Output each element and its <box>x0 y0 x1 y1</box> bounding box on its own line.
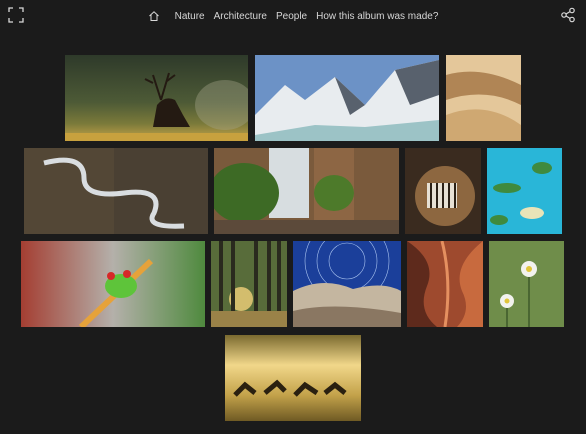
home-icon[interactable] <box>148 10 160 22</box>
photo-forest-path[interactable] <box>211 241 287 327</box>
category-nav: Nature Architecture People How this albu… <box>0 10 586 22</box>
photo-tropical-islands[interactable] <box>487 148 562 234</box>
photo-star-trails[interactable] <box>293 241 401 327</box>
nav-item-people[interactable]: People <box>276 11 307 22</box>
nav-item-how-made[interactable]: How this album was made? <box>316 11 438 22</box>
share-icon[interactable] <box>560 7 576 23</box>
photo-snowy-mountains[interactable] <box>255 55 439 141</box>
photo-deer-herd-sunset[interactable] <box>225 335 361 421</box>
photo-deer-stag[interactable] <box>65 55 248 141</box>
nav-item-nature[interactable]: Nature <box>175 11 205 22</box>
nav-item-architecture[interactable]: Architecture <box>214 11 267 22</box>
top-bar: Nature Architecture People How this albu… <box>0 0 586 34</box>
photo-antelope-canyon[interactable] <box>407 241 483 327</box>
photo-tree-frog[interactable] <box>21 241 205 327</box>
photo-winding-river[interactable] <box>24 148 208 234</box>
photo-zebra[interactable] <box>405 148 481 234</box>
photo-waterfall[interactable] <box>214 148 399 234</box>
photo-daisies[interactable] <box>489 241 564 327</box>
photo-sand-dunes[interactable] <box>446 55 521 141</box>
